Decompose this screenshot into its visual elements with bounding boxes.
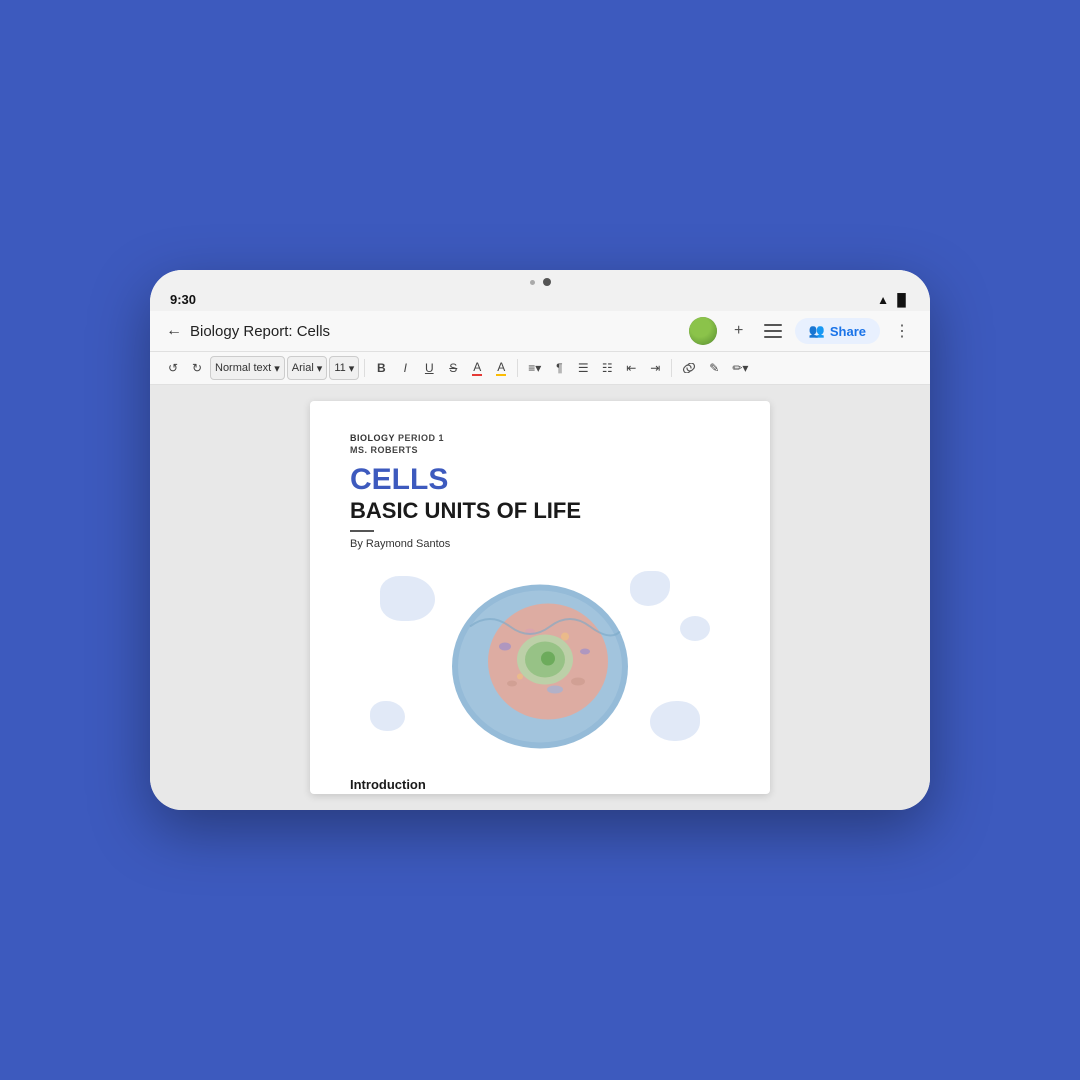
document-page: BIOLOGY PERIOD 1 MS. ROBERTS CELLS BASIC… (310, 401, 770, 794)
biology-label: BIOLOGY (350, 433, 395, 443)
battery-icon: ▐▌ (893, 293, 910, 307)
bold-button[interactable]: B (370, 356, 392, 380)
redo-button[interactable]: ↻ (186, 356, 208, 380)
numbered-list-button[interactable]: ☷ (596, 356, 618, 380)
font-size-arrow: ▾ (349, 362, 355, 375)
blob-3 (650, 701, 700, 741)
pencil-button[interactable]: ✏▾ (727, 356, 753, 380)
font-arrow: ▾ (317, 362, 323, 375)
blob-1 (380, 576, 435, 621)
format-button[interactable]: ¶ (548, 356, 570, 380)
toolbar-divider-1 (364, 359, 365, 377)
cell-illustration (350, 566, 730, 761)
indent-more-button[interactable]: ⇥ (644, 356, 666, 380)
underline-button[interactable]: U (418, 356, 440, 380)
more-options-button[interactable]: ⋮ (890, 319, 914, 343)
teacher-label: MS. ROBERTS (350, 445, 418, 455)
add-button[interactable]: + (727, 319, 751, 343)
title-bar: ← Biology Report: Cells + 👥 Share ⋮ (150, 311, 930, 352)
font-size-select[interactable]: 11 ▾ (329, 356, 359, 380)
indent-less-button[interactable]: ⇤ (620, 356, 642, 380)
wifi-icon: ▲ (877, 293, 889, 307)
back-button[interactable]: ← (166, 322, 182, 340)
doc-author: By Raymond Santos (350, 538, 730, 550)
cell-svg (440, 571, 640, 756)
doc-teacher-line: MS. ROBERTS (350, 445, 730, 455)
document-title: Biology Report: Cells (190, 323, 330, 340)
avatar[interactable] (689, 317, 717, 345)
undo-button[interactable]: ↺ (162, 356, 184, 380)
period-label: PERIOD 1 (398, 433, 444, 443)
status-icons: ▲ ▐▌ (877, 293, 910, 307)
tablet-top-bar (150, 270, 930, 290)
author-prefix: By (350, 538, 363, 550)
link-button[interactable] (677, 356, 701, 380)
comment-button[interactable]: ✎ (703, 356, 725, 380)
text-style-label: Normal text (215, 362, 271, 374)
blob-5 (680, 616, 710, 641)
text-color-button[interactable]: A (466, 356, 488, 380)
text-style-arrow: ▾ (274, 362, 280, 375)
strikethrough-button[interactable]: S (442, 356, 464, 380)
document-area: BIOLOGY PERIOD 1 MS. ROBERTS CELLS BASIC… (150, 385, 930, 810)
highlight-button[interactable]: A (490, 356, 512, 380)
doc-title-divider (350, 530, 374, 532)
font-label: Arial (292, 362, 314, 374)
status-time: 9:30 (170, 292, 196, 307)
toolbar: ↺ ↻ Normal text ▾ Arial ▾ 11 ▾ B I U S A… (150, 352, 930, 385)
toolbar-divider-2 (517, 359, 518, 377)
font-select[interactable]: Arial ▾ (287, 356, 328, 380)
doc-section-title: Introduction (350, 777, 730, 792)
share-icon: 👥 (809, 323, 825, 339)
doc-header-line: BIOLOGY PERIOD 1 (350, 433, 730, 443)
author-name: Raymond Santos (366, 538, 450, 550)
doc-subtitle: BASIC UNITS OF LIFE (350, 498, 730, 524)
align-button[interactable]: ≡▾ (523, 356, 546, 380)
font-size-label: 11 (334, 362, 345, 374)
tablet-device: 9:30 ▲ ▐▌ ← Biology Report: Cells + (150, 270, 930, 810)
italic-button[interactable]: I (394, 356, 416, 380)
tablet-camera (543, 278, 551, 286)
doc-main-title: CELLS (350, 463, 730, 496)
text-style-select[interactable]: Normal text ▾ (210, 356, 285, 380)
status-bar: 9:30 ▲ ▐▌ (150, 290, 930, 311)
share-button[interactable]: 👥 Share (795, 318, 880, 344)
blob-4 (370, 701, 405, 731)
menu-button[interactable] (761, 319, 785, 343)
tablet-sensor (530, 280, 535, 285)
bullet-list-button[interactable]: ☰ (572, 356, 594, 380)
title-right: + 👥 Share ⋮ (689, 317, 914, 345)
toolbar-divider-3 (671, 359, 672, 377)
title-left: ← Biology Report: Cells (166, 322, 330, 340)
share-label: Share (830, 324, 866, 339)
